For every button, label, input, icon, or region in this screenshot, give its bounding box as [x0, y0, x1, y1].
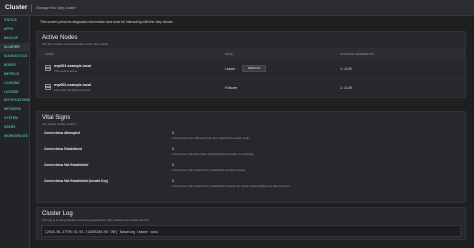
node-status-note: This node is active [54, 69, 78, 73]
vital-value: 0 [172, 179, 174, 183]
node-hostname: nvp001.example.local [54, 64, 91, 68]
sidebar-item-notifications[interactable]: NOTIFICATIONS [0, 96, 30, 105]
page-subtitle: Manage this Vary cluster [36, 5, 76, 10]
col-role: ROLE [225, 51, 233, 56]
demote-button[interactable]: DEMOTE [242, 64, 267, 72]
vital-signs-subtitle: Key cluster activity metrics [42, 121, 77, 126]
sidebar-item-network[interactable]: NETWORK [0, 105, 29, 114]
server-icon [45, 65, 51, 71]
vital-label: Connections Not Established [44, 163, 89, 167]
cluster-log-card: Cluster Log This log is a rolling window… [36, 207, 466, 240]
vital-description: Connections that have been authenticated… [172, 152, 254, 156]
vital-description: Connections that could not be establishe… [172, 184, 290, 188]
sidebar-item-logging[interactable]: LOGGING [0, 78, 29, 87]
node-storage-generation: 1:1120 [340, 66, 352, 71]
col-node: NODE [45, 51, 54, 56]
sidebar-item-backup[interactable]: BACKUP [0, 34, 29, 43]
sidebar-item-nodes[interactable]: NODES [0, 60, 29, 69]
vital-description: Connections from followers that have rea… [172, 136, 250, 140]
node-hostname: nvp002.example.local [54, 83, 91, 87]
node-status-note: Last sync completed just now [54, 88, 91, 92]
vital-label: Connections Not Established (Invalid Key… [44, 179, 109, 183]
sidebar: STATUS APPS BACKUP CLUSTER DIAGNOSTICS N… [0, 16, 30, 248]
title-divider [31, 3, 33, 12]
intro-text: This screen presents diagnostic informat… [40, 20, 174, 24]
col-storage-generation: STORAGE GENERATION [340, 51, 374, 56]
cluster-log-title: Cluster Log [42, 211, 73, 217]
active-nodes-title: Active Nodes [42, 35, 78, 41]
server-icon [45, 84, 51, 90]
vital-value: 0 [172, 147, 174, 151]
sidebar-item-system[interactable]: SYSTEM [0, 114, 29, 123]
sidebar-item-metrics[interactable]: METRICS [0, 69, 29, 78]
node-role: Leader [225, 66, 236, 71]
sidebar-item-users[interactable]: USERS [0, 123, 29, 132]
vital-value: 0 [172, 131, 174, 135]
table-row: nvp001.example.local This node is active… [37, 59, 465, 77]
sidebar-item-status[interactable]: STATUS [0, 16, 29, 25]
top-bar: Cluster Manage this Vary cluster [0, 0, 474, 16]
log-output[interactable]: [2023-09-27T05:31:03.713955340-08 INF] S… [41, 225, 461, 237]
sidebar-item-apps[interactable]: APPS [0, 25, 29, 34]
table-row: nvp002.example.local Last sync completed… [37, 78, 465, 96]
vital-signs-title: Vital Signs [42, 115, 71, 121]
node-storage-generation: 1:1120 [340, 85, 352, 90]
nodes-table-header: NODE ROLE STORAGE GENERATION [37, 48, 465, 58]
sidebar-item-diagnostics[interactable]: DIAGNOSTICS [0, 52, 29, 61]
vital-value: 0 [172, 163, 174, 167]
sidebar-item-workspaces[interactable]: WORKSPACES [0, 132, 29, 141]
page-title: Cluster [5, 4, 28, 11]
node-role: Follower [225, 85, 238, 90]
vital-description: Connections that could not be establishe… [172, 168, 246, 172]
vital-label: Connections Established [44, 147, 83, 151]
cluster-log-subtitle: This log is a rolling window of events g… [42, 218, 150, 222]
active-nodes-card: Active Nodes The list of nodes currently… [36, 31, 466, 98]
vital-label: Connections Attempted [44, 131, 80, 135]
sidebar-item-cluster[interactable]: CLUSTER [0, 42, 29, 52]
sidebar-item-license[interactable]: LICENSE [0, 87, 29, 96]
vital-signs-card: Vital Signs Key cluster activity metrics… [36, 111, 466, 203]
active-nodes-subtitle: The list of nodes currently known to the… [42, 42, 109, 46]
